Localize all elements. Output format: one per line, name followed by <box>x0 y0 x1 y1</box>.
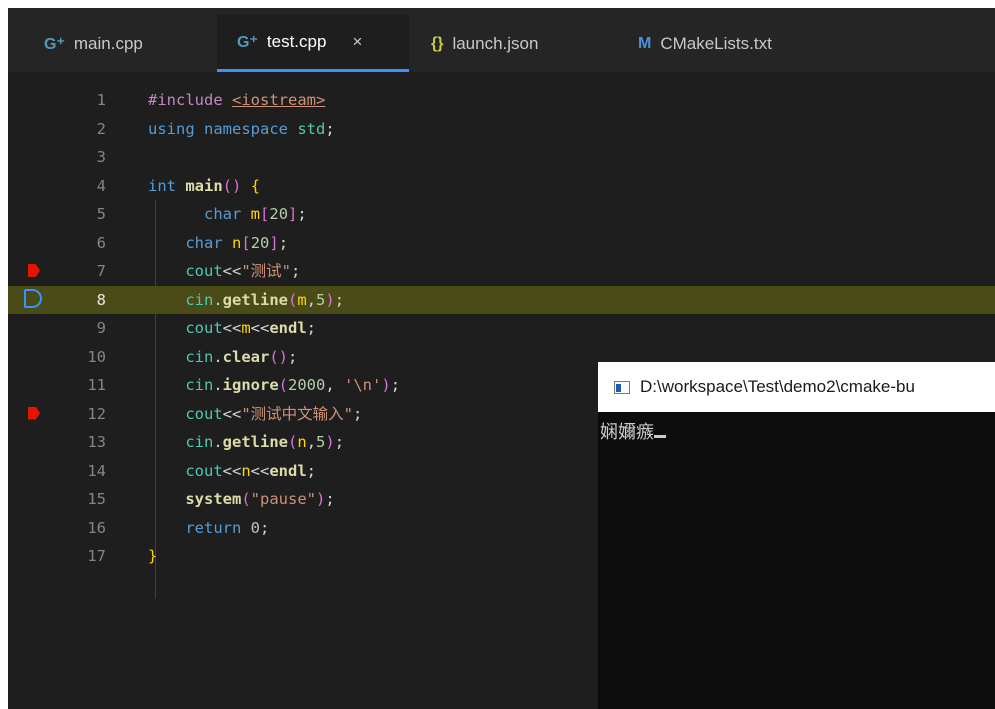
line-number: 10 <box>87 347 106 366</box>
code-line[interactable]: 7 cout<<"测试"; <box>8 257 995 286</box>
tab-label: CMakeLists.txt <box>660 33 772 53</box>
line-number: 3 <box>96 148 106 166</box>
code-text: cin.ignore(2000, '\n'); <box>185 376 401 394</box>
console-cursor <box>654 435 666 438</box>
breakpoint-icon[interactable] <box>28 406 40 420</box>
code-text: return 0; <box>185 518 270 537</box>
code-text: char m[20]; <box>204 205 307 223</box>
code-text: cin.clear(); <box>185 347 298 366</box>
code-line[interactable]: 6 char n[20]; <box>8 229 995 258</box>
console-title-bar[interactable]: D:\workspace\Test\demo2\cmake-bu <box>598 362 995 412</box>
line-number: 4 <box>96 176 106 195</box>
code-text: int main() { <box>148 176 261 195</box>
code-line[interactable]: 4 int main() { <box>8 172 995 201</box>
line-number: 14 <box>87 461 106 480</box>
current-execution-line[interactable]: 8 cin.getline(m,5); <box>8 285 995 314</box>
line-number: 12 <box>87 404 106 423</box>
code-text: char n[20]; <box>185 233 289 252</box>
code-text: using namespace std; <box>148 119 335 138</box>
console-output-area[interactable]: 娴嬭瘯 <box>598 412 995 709</box>
code-line[interactable]: 2 using namespace std; <box>8 115 995 144</box>
code-text: cout<<m<<endl; <box>185 319 317 337</box>
execution-pointer-icon <box>24 288 42 308</box>
code-line[interactable]: 1 #include <iostream> <box>8 86 995 115</box>
line-number: 5 <box>96 205 106 223</box>
console-title: D:\workspace\Test\demo2\cmake-bu <box>640 377 915 396</box>
line-number: 13 <box>87 433 106 451</box>
code-text: cout<<"测试中文输入"; <box>185 404 363 423</box>
code-text: cout<<n<<endl; <box>185 461 317 480</box>
line-number: 6 <box>96 233 106 252</box>
code-line[interactable]: 9 cout<<m<<endl; <box>8 314 995 343</box>
tab-launch-json[interactable]: {} launch.json <box>417 15 609 72</box>
cpp-file-icon: G⁺ <box>237 34 258 51</box>
tab-label: main.cpp <box>73 33 143 53</box>
breakpoint-icon[interactable] <box>28 264 40 277</box>
code-line[interactable]: 3 <box>8 143 995 172</box>
tab-test-cpp[interactable]: G⁺ test.cpp × <box>217 15 409 72</box>
close-icon[interactable]: × <box>352 32 362 52</box>
console-output-text: 娴嬭瘯 <box>600 422 654 443</box>
line-number: 9 <box>96 319 106 337</box>
tab-cmakelists[interactable]: M CMakeLists.txt <box>616 15 836 72</box>
code-line[interactable]: 5 char m[20]; <box>8 200 995 229</box>
tab-main-cpp[interactable]: G⁺ main.cpp <box>30 15 208 72</box>
code-text: cin.getline(m,5); <box>185 290 345 309</box>
console-window[interactable]: D:\workspace\Test\demo2\cmake-bu 娴嬭瘯 <box>598 362 995 709</box>
line-number: 2 <box>96 119 106 138</box>
line-number: 8 <box>96 290 106 309</box>
code-text: #include <iostream> <box>148 91 326 109</box>
console-app-icon <box>614 380 630 394</box>
line-number: 11 <box>87 376 106 394</box>
json-file-icon: {} <box>431 34 444 52</box>
tab-label: launch.json <box>452 33 539 53</box>
code-text: } <box>148 547 158 565</box>
line-number: 1 <box>96 91 106 109</box>
code-text: cin.getline(n,5); <box>185 433 345 451</box>
line-number: 16 <box>87 518 106 537</box>
line-number: 17 <box>87 547 106 565</box>
line-number: 15 <box>87 490 106 508</box>
cpp-file-icon: G⁺ <box>44 35 65 53</box>
code-text: cout<<"测试"; <box>185 262 301 280</box>
editor-tab-bar: G⁺ main.cpp G⁺ test.cpp × {} launch.json… <box>8 8 995 72</box>
code-text: system("pause"); <box>185 490 335 508</box>
tab-label: test.cpp <box>266 32 327 51</box>
line-number: 7 <box>96 262 106 280</box>
cmake-file-icon: M <box>638 34 652 52</box>
